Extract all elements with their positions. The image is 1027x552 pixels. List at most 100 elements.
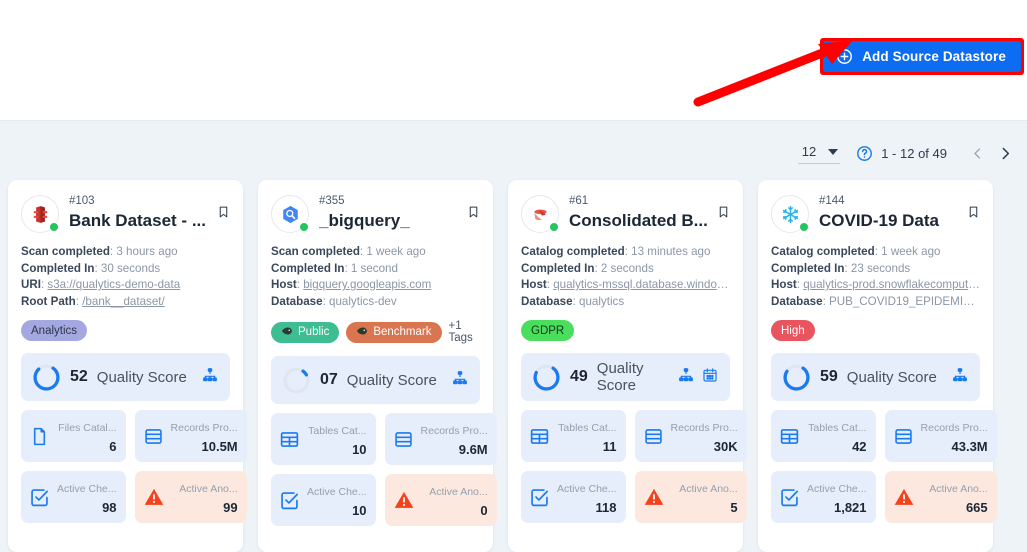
card-meta-value[interactable]: s3a://qualytics-demo-data [47, 278, 180, 291]
metric-tile[interactable]: Active Che... 98 [21, 471, 126, 523]
bookmark-icon[interactable] [967, 204, 980, 225]
hierarchy-icon[interactable] [952, 367, 968, 388]
card-meta-list: Scan completed: 3 hours ago Completed In… [21, 244, 230, 310]
card-meta-row: Scan completed: 1 week ago [271, 244, 480, 261]
warning-triangle-icon [143, 486, 165, 508]
card-meta-key: Host [271, 278, 297, 291]
metric-tile[interactable]: Active Che... 118 [521, 471, 626, 523]
card-meta-value[interactable]: /bank__dataset/ [82, 295, 165, 308]
metric-label: Active Che... [807, 483, 867, 495]
datastore-card[interactable]: #355 _bigquery_ Scan completed: 1 week a… [258, 180, 493, 552]
question-circle-icon[interactable] [856, 145, 873, 162]
warning-triangle-icon [393, 489, 415, 511]
card-meta-list: Catalog completed: 13 minutes ago Comple… [521, 244, 730, 310]
bookmark-icon[interactable] [217, 204, 230, 225]
metric-tile[interactable]: Active Ano... 665 [885, 471, 997, 523]
page-size-select[interactable]: 12 [798, 142, 840, 164]
records-icon [393, 429, 414, 450]
metric-tile[interactable]: Active Ano... 5 [635, 471, 747, 523]
calendar-icon[interactable] [702, 367, 718, 388]
avatar [521, 195, 559, 233]
hierarchy-icon[interactable] [452, 370, 468, 391]
card-tag[interactable]: GDPR [521, 320, 574, 341]
quality-score-label: Quality Score [597, 360, 669, 394]
metric-tile[interactable]: Active Che... 1,821 [771, 471, 876, 523]
card-tag[interactable]: High [771, 320, 815, 341]
page-size-value: 12 [802, 144, 816, 159]
card-meta-value: 1 week ago [881, 245, 940, 258]
metric-tile[interactable]: Tables Cat... 10 [271, 413, 376, 465]
quality-score-label: Quality Score [97, 369, 193, 386]
card-tag[interactable]: Benchmark [346, 322, 441, 343]
metric-tile[interactable]: Records Pro... 9.6M [385, 413, 497, 465]
quality-score-label: Quality Score [847, 369, 943, 386]
card-meta-row: Completed In: 1 second [271, 261, 480, 278]
bookmark-icon[interactable] [467, 204, 480, 225]
metric-tile[interactable]: Files Catal... 6 [21, 410, 126, 462]
card-tag-label: GDPR [531, 325, 564, 337]
metric-tile[interactable]: Tables Cat... 42 [771, 410, 876, 462]
card-tag[interactable]: Analytics [21, 320, 87, 341]
metric-tile[interactable]: Active Ano... 99 [135, 471, 247, 523]
metric-tile[interactable]: Active Ano... 0 [385, 474, 497, 526]
card-more-tags[interactable]: +1 Tags [449, 320, 481, 344]
card-header: #144 COVID-19 Data [771, 194, 980, 233]
metric-value: 11 [557, 438, 617, 455]
card-meta-value[interactable]: qualytics-prod.snowflakecomputi... [803, 278, 980, 291]
card-header: #103 Bank Dataset - ... [21, 194, 230, 233]
datastore-card[interactable]: #144 COVID-19 Data Catalog completed: 1 … [758, 180, 993, 552]
quality-score-ring [782, 363, 811, 392]
quality-score-bar[interactable]: 52 Quality Score [21, 353, 230, 401]
hierarchy-icon[interactable] [678, 367, 694, 388]
check-square-icon [529, 487, 550, 508]
card-meta-list: Catalog completed: 1 week ago Completed … [771, 244, 980, 310]
metric-grid: Tables Cat... 10 Records Pro... 9.6M Act… [271, 413, 480, 526]
metric-value: 10 [307, 502, 367, 519]
card-meta-key: Scan completed [271, 245, 360, 258]
metric-tile[interactable]: Tables Cat... 11 [521, 410, 626, 462]
warning-triangle-icon [893, 486, 915, 508]
card-meta-key: Catalog completed [521, 245, 625, 258]
metric-tile[interactable]: Records Pro... 30K [635, 410, 747, 462]
datastore-card[interactable]: #61 Consolidated B... Catalog completed:… [508, 180, 743, 552]
hierarchy-icon[interactable] [202, 367, 218, 388]
card-meta-value: 2 seconds [601, 262, 654, 275]
status-indicator-dot [299, 222, 309, 232]
metric-label: Tables Cat... [808, 422, 866, 434]
card-meta-row: Host: bigquery.googleapis.com [271, 277, 480, 294]
quality-score-ring [282, 366, 311, 395]
metric-tile[interactable]: Active Che... 10 [271, 474, 376, 526]
quality-score-bar[interactable]: 49 Quality Score [521, 353, 730, 401]
card-meta-row: Completed In: 2 seconds [521, 261, 730, 278]
bookmark-icon[interactable] [717, 204, 730, 225]
card-title: COVID-19 Data [819, 210, 980, 232]
check-square-icon [29, 487, 50, 508]
card-tag[interactable]: Public [271, 322, 339, 343]
metric-tile[interactable]: Records Pro... 10.5M [135, 410, 247, 462]
metric-value: 1,821 [807, 499, 867, 516]
card-meta-value: 3 hours ago [116, 245, 177, 258]
card-meta-key: Host [521, 278, 547, 291]
card-meta-key: URI [21, 278, 41, 291]
metric-value: 99 [172, 499, 238, 516]
card-meta-key: Database [271, 295, 323, 308]
card-tag-list: GDPR [521, 320, 730, 341]
card-meta-row: Catalog completed: 1 week ago [771, 244, 980, 261]
metric-value: 118 [557, 499, 617, 516]
card-meta-value: qualytics-dev [329, 295, 397, 308]
next-page-button[interactable] [991, 139, 1019, 167]
add-source-datastore-button[interactable]: Add Source Datastore [823, 41, 1021, 72]
quality-score-bar[interactable]: 07 Quality Score [271, 356, 480, 404]
metric-label: Active Che... [57, 483, 117, 495]
metric-grid: Files Catal... 6 Records Pro... 10.5M Ac… [21, 410, 230, 523]
card-meta-value[interactable]: bigquery.googleapis.com [303, 278, 431, 291]
card-meta-row: Database: PUB_COVID19_EPIDEMIOLO... [771, 294, 980, 311]
quality-score-bar[interactable]: 59 Quality Score [771, 353, 980, 401]
metric-tile[interactable]: Records Pro... 43.3M [885, 410, 997, 462]
metric-label: Active Che... [307, 486, 367, 498]
card-meta-value[interactable]: qualytics-mssql.database.window... [553, 278, 730, 291]
previous-page-button[interactable] [963, 139, 991, 167]
datastore-card[interactable]: #103 Bank Dataset - ... Scan completed: … [8, 180, 243, 552]
pagination-range-label: 1 - 12 of 49 [881, 146, 947, 161]
card-meta-key: Root Path [21, 295, 76, 308]
